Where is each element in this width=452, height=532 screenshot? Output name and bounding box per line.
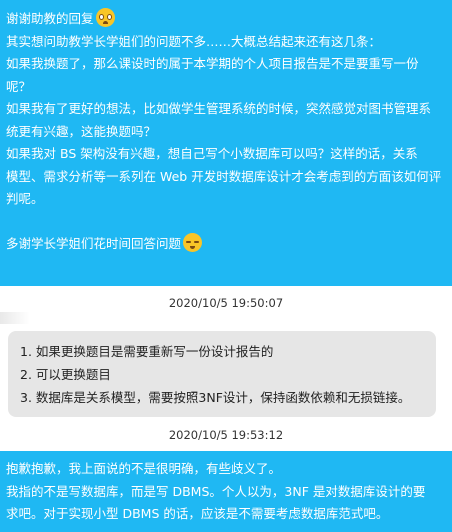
message-line: 多谢学长学姐们花时间回答问题 xyxy=(6,233,446,256)
message-timestamp: 2020/10/5 19:53:12 xyxy=(168,428,284,442)
sent-message-bubble[interactable]: 谢谢助教的回复 其实想问助教学长学姐们的问题不多……大概总结起来还有这几条： 如… xyxy=(0,0,452,286)
message-line: 其实想问助教学长学姐们的问题不多……大概总结起来还有这几条： xyxy=(6,33,382,49)
message-line: 统更有兴趣，这能换题吗？ xyxy=(6,123,157,139)
pleading-face-icon xyxy=(95,8,115,27)
reply-item: 1. 如果更换题目是需要重新写一份设计报告的 xyxy=(20,344,274,359)
message-line: 我指的不是写数据库，而是写 DBMS。个人以为，3NF 是对数据库设计的要 xyxy=(6,483,426,499)
message-line: 如果我有了更好的想法，比如做学生管理系统的时候，突然感觉对图书管理系 xyxy=(6,101,432,116)
reply-shadow xyxy=(0,312,30,324)
message-line: 模型、需求分析等一系列在 Web 开发时数据库设计才会考虑到的方面该如何评 xyxy=(6,168,442,184)
message-line: 如果我对 BS 架构没有兴趣，想自己写个小数据库可以吗？这样的话，关系 xyxy=(6,146,418,161)
message-timestamp: 2020/10/5 19:50:07 xyxy=(168,296,284,310)
chat-thread: 谢谢助教的回复 其实想问助教学长学姐们的问题不多……大概总结起来还有这几条： 如… xyxy=(0,0,452,532)
disappointed-face-icon xyxy=(183,233,203,252)
message-line: 判呢。 xyxy=(6,191,44,206)
message-line: 如果我换题了，那么课设时的属于本学期的个人项目报告是不是要重写一份 xyxy=(6,56,419,71)
message-line: 呢？ xyxy=(6,78,32,94)
message-line: 求吧。对于实现小型 DBMS 的话，应该是不需要考虑数据库范式吧。 xyxy=(6,506,389,521)
received-message-bubble[interactable]: 1. 如果更换题目是需要重新写一份设计报告的 2. 可以更换题目 3. 数据库是… xyxy=(8,331,436,417)
reply-item: 3. 数据库是关系模型，需要按照3NF设计，保持函数依赖和无损链接。 xyxy=(20,390,411,405)
message-line: 抱歉抱歉，我上面说的不是很明确，有些歧义了。 xyxy=(6,461,282,476)
sent-message-bubble[interactable]: 抱歉抱歉，我上面说的不是很明确，有些歧义了。 我指的不是写数据库，而是写 DBM… xyxy=(0,451,452,532)
reply-item: 2. 可以更换题目 xyxy=(20,367,111,382)
closing-text: 多谢学长学姐们花时间回答问题 xyxy=(6,236,182,251)
message-line: 谢谢助教的回复 xyxy=(6,8,446,31)
greeting-text: 谢谢助教的回复 xyxy=(6,11,94,26)
